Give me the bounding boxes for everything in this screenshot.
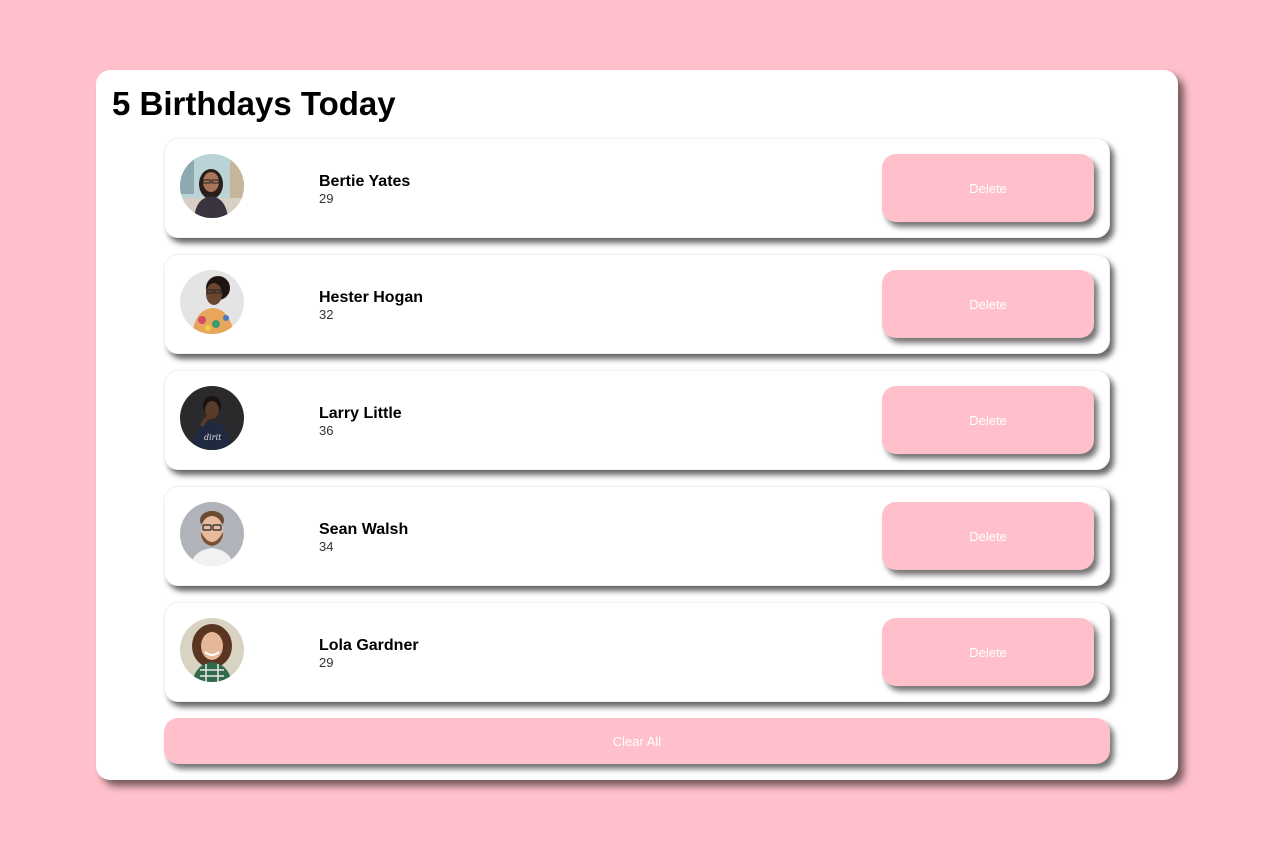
list-item: Lola Gardner 29 Delete xyxy=(164,602,1110,702)
delete-button[interactable]: Delete xyxy=(882,618,1094,686)
list-item: Hester Hogan 32 Delete xyxy=(164,254,1110,354)
person-info: Larry Little 36 xyxy=(319,404,402,438)
page-title: 5 Birthdays Today xyxy=(112,85,396,122)
delete-button[interactable]: Delete xyxy=(882,386,1094,454)
person-name: Larry Little xyxy=(319,405,402,422)
list-item: Sean Walsh 34 Delete xyxy=(164,486,1110,586)
list-item: Bertie Yates 29 Delete xyxy=(164,138,1110,238)
birthday-card: 5 Birthdays Today Bertie Yates 29 Delete… xyxy=(96,70,1178,780)
svg-text:dirit: dirit xyxy=(204,433,222,442)
person-info: Sean Walsh 34 xyxy=(319,520,408,554)
avatar xyxy=(180,502,244,566)
avatar: dirit xyxy=(180,386,244,450)
person-age: 36 xyxy=(319,423,334,438)
avatar xyxy=(180,618,244,682)
avatar xyxy=(180,154,244,218)
delete-button[interactable]: Delete xyxy=(882,502,1094,570)
person-info: Hester Hogan 32 xyxy=(319,288,423,322)
person-name: Lola Gardner xyxy=(319,637,419,654)
list-item: dirit Larry Little 36 Delete xyxy=(164,370,1110,470)
birthday-list: Bertie Yates 29 Delete Hester Hogan 32 D… xyxy=(164,138,1110,718)
person-info: Lola Gardner 29 xyxy=(319,636,419,670)
person-age: 29 xyxy=(319,655,334,670)
person-age: 34 xyxy=(319,539,334,554)
delete-button[interactable]: Delete xyxy=(882,270,1094,338)
person-name: Bertie Yates xyxy=(319,173,411,190)
clear-all-button[interactable]: Clear All xyxy=(164,718,1110,764)
person-age: 29 xyxy=(319,191,334,206)
avatar xyxy=(180,270,244,334)
person-name: Hester Hogan xyxy=(319,289,424,306)
person-age: 32 xyxy=(319,307,334,322)
delete-button[interactable]: Delete xyxy=(882,154,1094,222)
person-name: Sean Walsh xyxy=(319,521,409,538)
person-info: Bertie Yates 29 xyxy=(319,172,410,206)
